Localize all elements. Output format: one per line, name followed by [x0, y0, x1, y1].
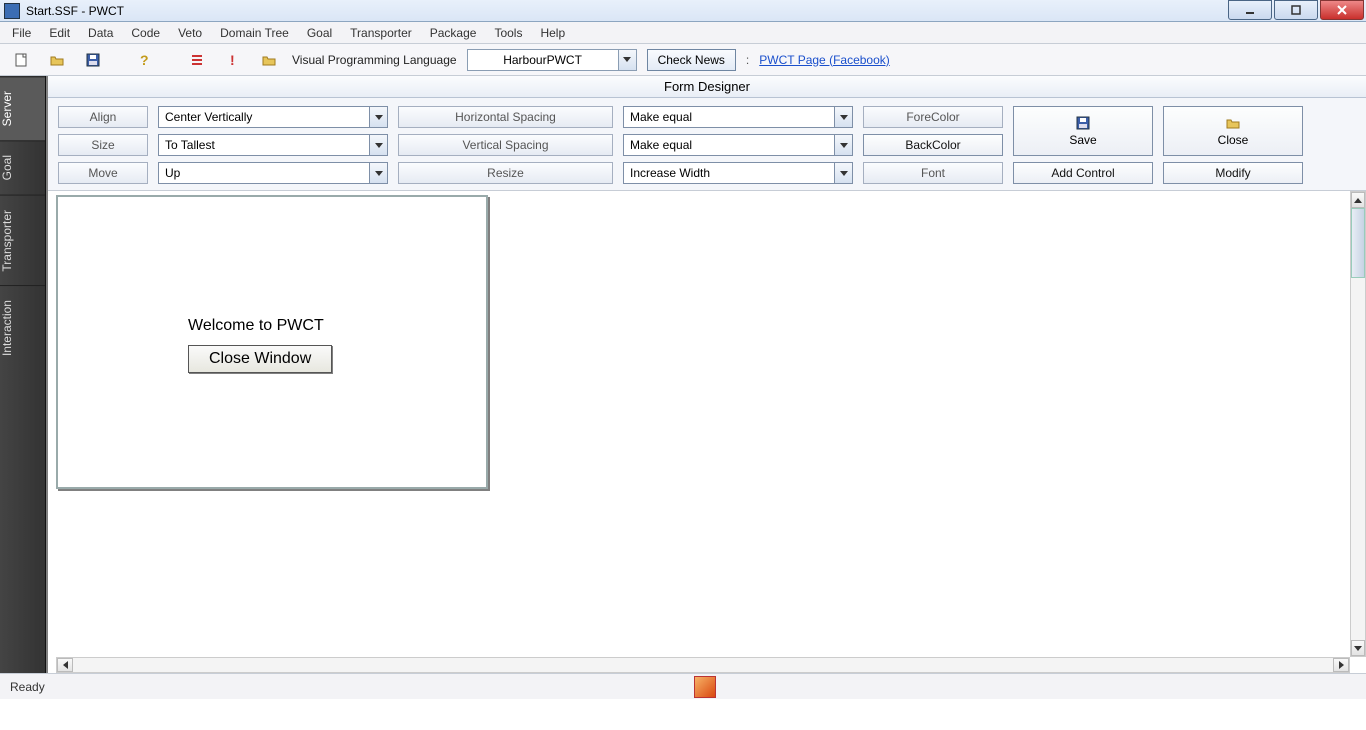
menubar: File Edit Data Code Veto Domain Tree Goa… — [0, 22, 1366, 44]
save-button[interactable]: Save — [1013, 106, 1153, 156]
designer-canvas[interactable]: Welcome to PWCT Close Window — [48, 191, 1350, 657]
scroll-right-icon[interactable] — [1333, 658, 1349, 672]
designer-canvas-wrap: Welcome to PWCT Close Window — [48, 191, 1366, 673]
menu-transporter[interactable]: Transporter — [342, 24, 420, 42]
horizontal-scrollbar[interactable] — [56, 657, 1350, 673]
horizontal-scroll-track[interactable] — [73, 658, 1333, 672]
new-file-icon[interactable] — [8, 47, 34, 73]
hspacing-combo[interactable]: Make equal — [623, 106, 853, 128]
statusbar: Ready — [0, 673, 1366, 699]
menu-tools[interactable]: Tools — [486, 24, 530, 42]
menu-data[interactable]: Data — [80, 24, 121, 42]
scroll-down-icon[interactable] — [1351, 640, 1365, 656]
window-controls — [1228, 0, 1364, 20]
chevron-down-icon — [369, 135, 387, 155]
vertical-scroll-thumb[interactable] — [1351, 208, 1365, 278]
maximize-button[interactable] — [1274, 0, 1318, 20]
tab-transporter[interactable]: Transporter — [0, 195, 45, 286]
window-title: Start.SSF - PWCT — [24, 4, 124, 18]
vspacing-combo-value: Make equal — [624, 138, 834, 152]
titlebar: Start.SSF - PWCT — [0, 0, 1366, 22]
scroll-left-icon[interactable] — [57, 658, 73, 672]
list-icon[interactable] — [184, 47, 210, 73]
tab-interaction[interactable]: Interaction — [0, 285, 45, 370]
backcolor-button[interactable]: BackColor — [863, 134, 1003, 156]
minimize-button[interactable] — [1228, 0, 1272, 20]
scroll-up-icon[interactable] — [1351, 192, 1365, 208]
folder-close-icon — [1225, 115, 1241, 131]
align-button[interactable]: Align — [58, 106, 148, 128]
resize-combo[interactable]: Increase Width — [623, 162, 853, 184]
work-zone: Form Designer Align Center Vertically Ho… — [46, 76, 1366, 673]
vertical-scroll-track[interactable] — [1351, 208, 1365, 640]
resize-button[interactable]: Resize — [398, 162, 613, 184]
hspacing-combo-value: Make equal — [624, 110, 834, 124]
side-tabs: Server Goal Transporter Interaction — [0, 76, 46, 673]
save-icon — [1075, 115, 1091, 131]
save-label: Save — [1069, 133, 1096, 147]
move-button[interactable]: Move — [58, 162, 148, 184]
status-icon — [694, 676, 716, 698]
chevron-down-icon — [618, 50, 636, 70]
menu-help[interactable]: Help — [532, 24, 573, 42]
toolbar: ? ! Visual Programming Language HarbourP… — [0, 44, 1366, 76]
separator: : — [746, 53, 749, 67]
menu-code[interactable]: Code — [123, 24, 168, 42]
add-control-button[interactable]: Add Control — [1013, 162, 1153, 184]
vspacing-combo[interactable]: Make equal — [623, 134, 853, 156]
align-combo[interactable]: Center Vertically — [158, 106, 388, 128]
modify-button[interactable]: Modify — [1163, 162, 1303, 184]
menu-veto[interactable]: Veto — [170, 24, 210, 42]
help-icon[interactable]: ? — [132, 47, 158, 73]
forecolor-button[interactable]: ForeColor — [863, 106, 1003, 128]
menu-goal[interactable]: Goal — [299, 24, 340, 42]
chevron-down-icon — [834, 163, 852, 183]
form-content: Welcome to PWCT Close Window — [58, 197, 486, 487]
close-label: Close — [1218, 133, 1249, 147]
size-button[interactable]: Size — [58, 134, 148, 156]
folder-icon[interactable] — [256, 47, 282, 73]
svg-text:?: ? — [140, 52, 149, 68]
check-news-label: Check News — [658, 53, 725, 67]
size-combo-value: To Tallest — [159, 138, 369, 152]
chevron-down-icon — [834, 135, 852, 155]
close-window-button[interactable]: Close Window — [188, 345, 332, 373]
size-combo[interactable]: To Tallest — [158, 134, 388, 156]
menu-edit[interactable]: Edit — [41, 24, 78, 42]
tab-server[interactable]: Server — [0, 76, 45, 140]
menu-domain-tree[interactable]: Domain Tree — [212, 24, 297, 42]
designer-controls: Align Center Vertically Horizontal Spaci… — [48, 98, 1366, 191]
close-designer-button[interactable]: Close — [1163, 106, 1303, 156]
open-folder-icon[interactable] — [44, 47, 70, 73]
vertical-spacing-button[interactable]: Vertical Spacing — [398, 134, 613, 156]
horizontal-spacing-button[interactable]: Horizontal Spacing — [398, 106, 613, 128]
tab-goal[interactable]: Goal — [0, 140, 45, 194]
vertical-scrollbar[interactable] — [1350, 191, 1366, 657]
save-icon[interactable] — [80, 47, 106, 73]
language-combo-value: HarbourPWCT — [468, 53, 618, 67]
svg-text:!: ! — [230, 52, 235, 68]
pane-title: Form Designer — [48, 76, 1366, 98]
check-news-button[interactable]: Check News — [647, 49, 736, 71]
welcome-label: Welcome to PWCT — [188, 317, 324, 335]
menu-file[interactable]: File — [4, 24, 39, 42]
move-combo-value: Up — [159, 166, 369, 180]
form-window[interactable]: Welcome to PWCT Close Window — [56, 195, 488, 489]
close-button[interactable] — [1320, 0, 1364, 20]
menu-package[interactable]: Package — [422, 24, 485, 42]
alert-icon[interactable]: ! — [220, 47, 246, 73]
align-combo-value: Center Vertically — [159, 110, 369, 124]
pwct-facebook-link[interactable]: PWCT Page (Facebook) — [759, 53, 890, 67]
main-area: Server Goal Transporter Interaction Form… — [0, 76, 1366, 673]
chevron-down-icon — [369, 163, 387, 183]
move-combo[interactable]: Up — [158, 162, 388, 184]
font-button[interactable]: Font — [863, 162, 1003, 184]
app-icon — [4, 3, 20, 19]
vpl-label: Visual Programming Language — [292, 53, 457, 67]
status-ready: Ready — [10, 680, 45, 694]
chevron-down-icon — [834, 107, 852, 127]
language-combo[interactable]: HarbourPWCT — [467, 49, 637, 71]
chevron-down-icon — [369, 107, 387, 127]
resize-combo-value: Increase Width — [624, 166, 834, 180]
